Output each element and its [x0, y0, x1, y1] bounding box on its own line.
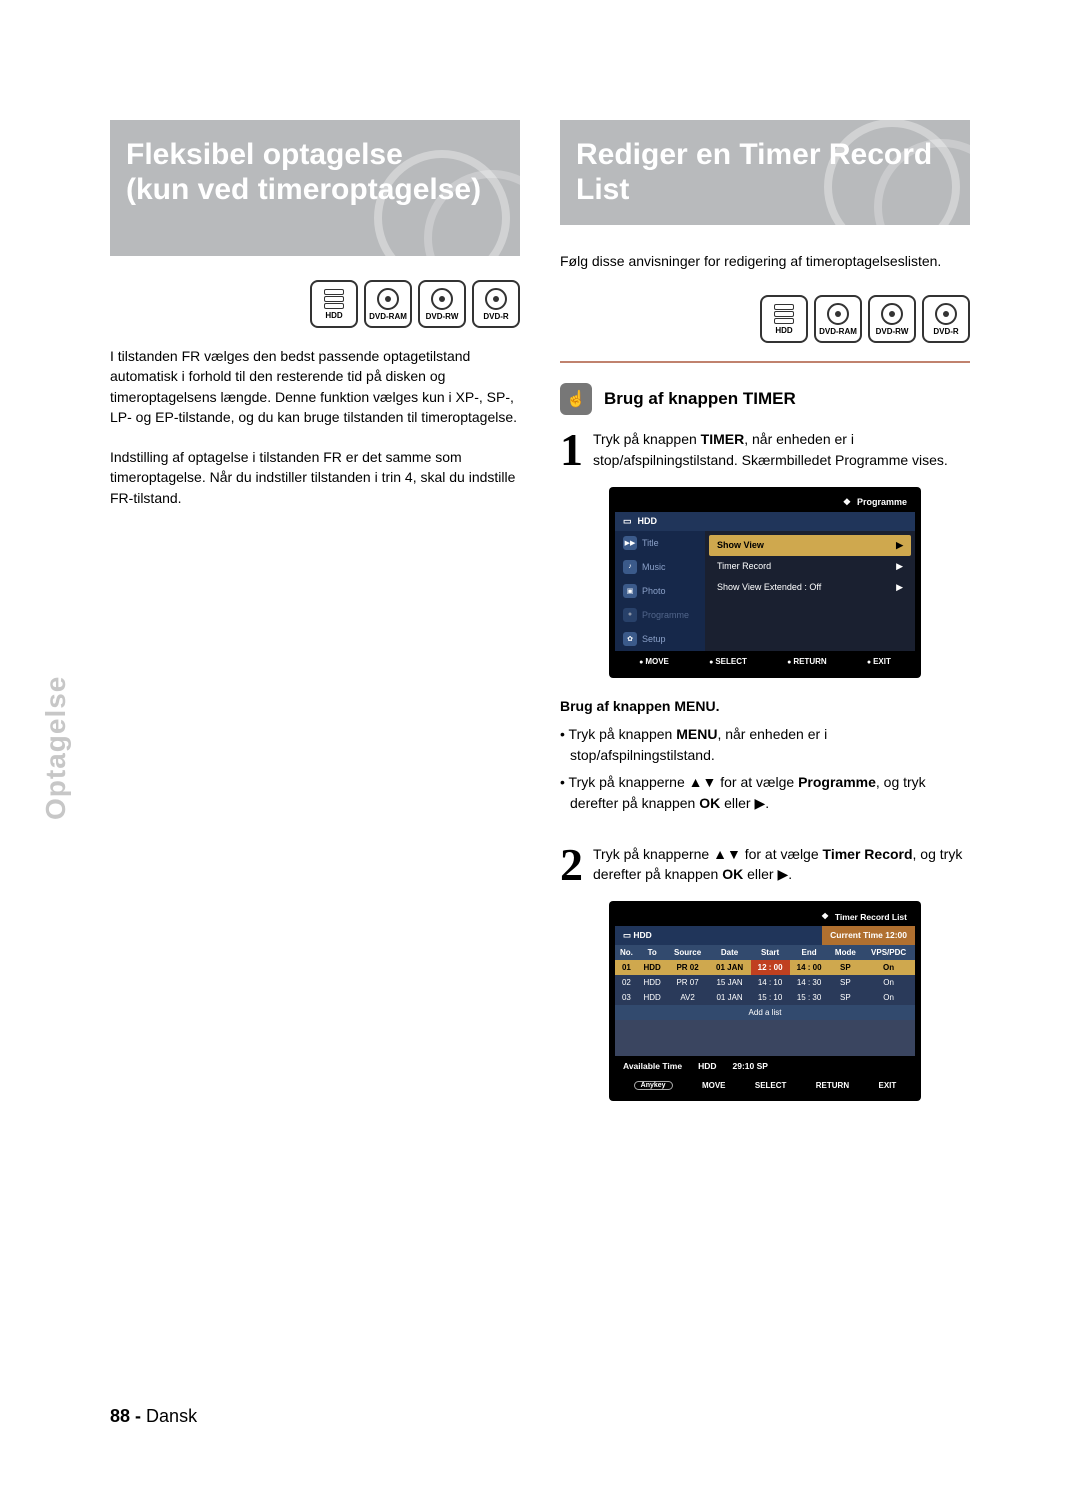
page-footer: 88 - Dansk — [110, 1406, 197, 1427]
osd-header-icon: ❖ — [843, 497, 851, 508]
bullet-2: • Tryk på knapperne ▲▼ for at vælge Prog… — [560, 772, 970, 814]
dvd-r-icon: DVD-R — [472, 280, 520, 328]
step-number-1: 1 — [560, 429, 583, 470]
hand-icon: ☝ — [560, 383, 592, 415]
osd-timer-record-list: ❖Timer Record List ▭ HDD Current Time 12… — [609, 901, 921, 1101]
left-para2: Indstilling af optagelse i tilstanden FR… — [110, 447, 520, 508]
left-para1: I tilstanden FR vælges den bedst passend… — [110, 346, 520, 427]
osd-hdd-label: HDD — [638, 516, 658, 526]
music-icon: ♪ — [623, 560, 637, 574]
hdd-icon: HDD — [760, 295, 808, 343]
bullet-1: • Tryk på knappen MENU, når enheden er i… — [560, 724, 970, 766]
subhead-row: ☝ Brug af knappen TIMER — [560, 383, 970, 415]
osd-header: Programme — [857, 497, 907, 507]
step-1-text: Tryk på knappen TIMER, når enheden er i … — [593, 429, 970, 470]
page-columns: Fleksibel optagelse (kun ved timeroptage… — [0, 0, 1080, 1165]
title-icon: ▶▶ — [623, 536, 637, 550]
dvd-ram-icon: DVD-RAM — [814, 295, 862, 343]
osd-right-menu: Show View▶ Timer Record▶ Show View Exten… — [705, 531, 915, 651]
osd-header-icon: ❖ — [821, 911, 829, 922]
osd-footer: MOVE SELECT RETURN EXIT — [615, 651, 915, 672]
separator-line — [560, 361, 970, 363]
step-2-text: Tryk på knapperne ▲▼ for at vælge Timer … — [593, 844, 970, 885]
dvd-r-icon: DVD-R — [922, 295, 970, 343]
left-column: Fleksibel optagelse (kun ved timeroptage… — [110, 120, 520, 1105]
right-column: Rediger en Timer Record List Følg disse … — [560, 120, 970, 1105]
chevron-right-icon: ▶ — [896, 561, 903, 572]
osd2-header: Timer Record List — [835, 912, 907, 922]
photo-icon: ▣ — [623, 584, 637, 598]
page-number: 88 - — [110, 1406, 141, 1426]
dvd-rw-icon: DVD-RW — [418, 280, 466, 328]
step-2: 2 Tryk på knapperne ▲▼ for at vælge Time… — [560, 844, 970, 885]
chevron-right-icon: ▶ — [896, 582, 903, 593]
left-format-row: HDD DVD-RAM DVD-RW DVD-R — [110, 280, 520, 328]
hdd-badge-icon: ▭ — [623, 930, 633, 940]
step-1: 1 Tryk på knappen TIMER, når enheden er … — [560, 429, 970, 470]
anykey-button-icon: Anykey — [634, 1081, 673, 1090]
setup-icon: ✿ — [623, 632, 637, 646]
right-intro: Følg disse anvisninger for redigering af… — [560, 251, 970, 271]
hdd-icon: HDD — [310, 280, 358, 328]
chevron-right-icon: ▶ — [896, 540, 903, 551]
right-format-row: HDD DVD-RAM DVD-RW DVD-R — [560, 295, 970, 343]
subhead-timer: Brug af knappen TIMER — [604, 389, 796, 409]
step-number-2: 2 — [560, 844, 583, 885]
osd-left-menu: ▶▶Title ♪Music ▣Photo ●Programme ✿Setup — [615, 531, 705, 651]
available-time-row: Available TimeHDD29:10 SP — [615, 1056, 915, 1076]
right-title-box: Rediger en Timer Record List — [560, 120, 970, 225]
timer-table: No.ToSourceDate StartEndModeVPS/PDC 01HD… — [615, 945, 915, 1056]
menu-subhead: Brug af knappen MENU. — [560, 698, 970, 714]
dvd-rw-icon: DVD-RW — [868, 295, 916, 343]
left-title-box: Fleksibel optagelse (kun ved timeroptage… — [110, 120, 520, 256]
programme-icon: ● — [623, 608, 637, 622]
section-side-label: Optagelse — [40, 676, 72, 820]
hdd-badge-icon: ▭ — [623, 516, 632, 527]
dvd-ram-icon: DVD-RAM — [364, 280, 412, 328]
osd-programme-menu: ❖ Programme ▭ HDD ▶▶Title ♪Music ▣Photo ●P… — [609, 487, 921, 678]
page-language: Dansk — [146, 1406, 197, 1426]
osd2-footer: Anykey MOVE SELECT RETURN EXIT — [615, 1076, 915, 1095]
